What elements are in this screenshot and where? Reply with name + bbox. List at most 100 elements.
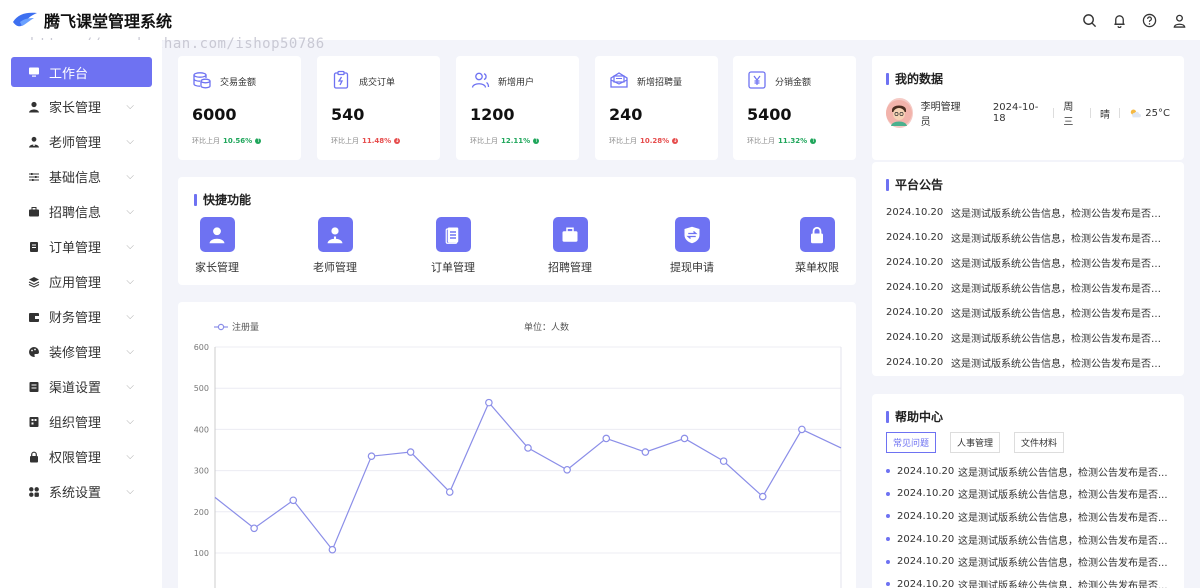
user-profile-icon[interactable] (1170, 11, 1188, 29)
sidebar: 工作台 家长管理 ⌵ 老师管理 ⌵ 基础信息 ⌵ 招聘信息 ⌵ 订单管理 ⌵ 应用管理 ⌵ 财务管理 ⌵ 装修… (0, 40, 162, 588)
help-item[interactable]: 2024.10.20 这是测试版系统公告信息，检测公告发布是否... (886, 550, 1170, 573)
stat-card-4[interactable]: 分销金额 5400 环比上月 11.32% ↑ (733, 56, 856, 160)
sidebar-item-label: 老师管理 (49, 136, 102, 151)
notice-item[interactable]: 2024.10.20 这是测试版系统公告信息，检测公告发布是否成... (886, 300, 1170, 325)
help-icon[interactable] (1140, 11, 1158, 29)
stat-card-3[interactable]: 新增招聘量 240 环比上月 10.28% ↓ (595, 56, 718, 160)
chevron-down-icon: ⌵ (126, 486, 134, 497)
teacher-icon (28, 136, 40, 148)
clipboard-icon (331, 70, 351, 93)
notice-item[interactable]: 2024.10.20 这是测试版系统公告信息，检测公告发布是否成... (886, 225, 1170, 250)
sidebar-item-12[interactable]: 系统设置 ⌵ (11, 474, 152, 509)
quick-item-label: 家长管理 (195, 261, 239, 274)
data-point (250, 524, 258, 533)
help-tab-0[interactable]: 常见问题 (886, 432, 937, 453)
stat-compare-label: 环比上月 (470, 137, 498, 145)
sliders-icon (28, 171, 40, 183)
stat-percent: 11.32% (778, 137, 808, 145)
data-point (289, 496, 298, 505)
wallet-icon (28, 311, 40, 323)
sidebar-item-2[interactable]: 老师管理 ⌵ (11, 124, 152, 159)
sidebar-item-1[interactable]: 家长管理 ⌵ (11, 89, 152, 124)
stat-card-1[interactable]: 成交订单 540 环比上月 11.48% ↓ (317, 56, 440, 160)
chevron-down-icon: ⌵ (126, 206, 134, 217)
help-item[interactable]: 2024.10.20 这是测试版系统公告信息，检测公告发布是否... (886, 505, 1170, 528)
help-item[interactable]: 2024.10.20 这是测试版系统公告信息，检测公告发布是否... (886, 573, 1170, 588)
quick-item-2[interactable]: 订单管理 (418, 217, 488, 275)
trend-down-icon: ↓ (672, 137, 679, 144)
notice-date: 2024.10.20 (886, 332, 944, 343)
notice-item[interactable]: 2024.10.20 这是测试版系统公告信息，检测公告发布是否成... (886, 200, 1170, 225)
quick-item-3[interactable]: 招聘管理 (535, 217, 605, 275)
quick-item-0[interactable]: 家长管理 (182, 217, 252, 275)
chevron-down-icon: ⌵ (126, 346, 134, 357)
app-title: 腾飞课堂管理系统 (44, 12, 173, 31)
sidebar-item-3[interactable]: 基础信息 ⌵ (11, 159, 152, 194)
sidebar-item-0[interactable]: 工作台 (11, 57, 152, 87)
sidebar-item-label: 订单管理 (49, 241, 102, 256)
help-date: 2024.10.20 (897, 533, 955, 545)
quick-item-label: 提现申请 (670, 261, 714, 274)
sidebar-item-9[interactable]: 渠道设置 ⌵ (11, 369, 152, 404)
y-tick-label: 200 (194, 508, 209, 517)
notice-item[interactable]: 2024.10.20 这是测试版系统公告信息，检测公告发布是否成... (886, 350, 1170, 375)
help-date: 2024.10.20 (897, 465, 955, 477)
help-tab-2[interactable]: 文件材料 (1014, 432, 1065, 453)
data-point (485, 398, 493, 407)
quick-item-5[interactable]: 菜单权限 (782, 217, 852, 275)
help-item[interactable]: 2024.10.20 这是测试版系统公告信息，检测公告发布是否... (886, 460, 1170, 483)
search-icon[interactable] (1080, 11, 1098, 29)
notice-text: 这是测试版系统公告信息，检测公告发布是否成... (951, 309, 1169, 320)
data-point (563, 465, 571, 474)
stat-card-0[interactable]: 交易金额 6000 环比上月 10.56% ↑ (178, 56, 301, 160)
sidebar-item-6[interactable]: 应用管理 ⌵ (11, 264, 152, 299)
notice-item[interactable]: 2024.10.20 这是测试版系统公告信息，检测公告发布是否成... (886, 325, 1170, 350)
sidebar-item-10[interactable]: 组织管理 ⌵ (11, 404, 152, 439)
help-item[interactable]: 2024.10.20 这是测试版系统公告信息，检测公告发布是否... (886, 483, 1170, 506)
bell-icon[interactable] (1110, 11, 1128, 29)
notice-item[interactable]: 2024.10.20 这是测试版系统公告信息，检测公告发布是否成... (886, 250, 1170, 275)
data-point (445, 488, 454, 496)
help-date: 2024.10.20 (897, 510, 955, 522)
notice-text: 这是测试版系统公告信息，检测公告发布是否成... (951, 234, 1169, 245)
notice-date: 2024.10.20 (886, 357, 944, 368)
quick-item-4[interactable]: 提现申请 (657, 217, 727, 275)
stat-value: 540 (331, 105, 365, 124)
partly-cloudy-icon (1130, 109, 1141, 118)
stat-percent: 11.48% (362, 137, 392, 145)
stat-label: 成交订单 (359, 78, 396, 88)
user-icon (199, 217, 235, 252)
sidebar-item-4[interactable]: 招聘信息 ⌵ (11, 194, 152, 229)
help-text: 这是测试版系统公告信息，检测公告发布是否... (958, 490, 1168, 502)
help-text: 这是测试版系统公告信息，检测公告发布是否... (958, 580, 1168, 588)
sidebar-item-11[interactable]: 权限管理 ⌵ (11, 439, 152, 474)
current-date: 2024-10-18 (992, 102, 1039, 124)
notice-item[interactable]: 2024.10.20 这是测试版系统公告信息，检测公告发布是否成... (886, 275, 1170, 300)
app-logo[interactable]: 腾飞课堂管理系统 (12, 8, 172, 32)
bullet-dot (886, 582, 890, 587)
chevron-down-icon: ⌵ (126, 381, 134, 392)
trend-down-icon: ↓ (394, 137, 401, 144)
data-point (641, 448, 650, 456)
help-text: 这是测试版系统公告信息，检测公告发布是否... (958, 467, 1168, 479)
notice-text: 这是测试版系统公告信息，检测公告发布是否成... (951, 259, 1169, 270)
quick-item-1[interactable]: 老师管理 (300, 217, 370, 275)
coins-icon (192, 70, 212, 93)
trend-up-icon: ↑ (533, 137, 540, 144)
help-item[interactable]: 2024.10.20 这是测试版系统公告信息，检测公告发布是否... (886, 528, 1170, 551)
help-date: 2024.10.20 (897, 578, 955, 588)
stat-card-2[interactable]: 新增用户 1200 环比上月 12.11% ↑ (456, 56, 579, 160)
stat-percent: 10.56% (223, 137, 253, 145)
line-chart: 100 200 300 400 500 600 (194, 343, 842, 588)
help-tab-1[interactable]: 人事管理 (950, 432, 1001, 453)
sidebar-item-5[interactable]: 订单管理 ⌵ (11, 229, 152, 264)
stat-label: 新增用户 (498, 78, 535, 88)
palette-icon (28, 346, 40, 358)
sidebar-item-8[interactable]: 装修管理 ⌵ (11, 334, 152, 369)
weekday: 周三 (1063, 102, 1074, 128)
chevron-down-icon: ⌵ (126, 451, 134, 462)
sidebar-item-7[interactable]: 财务管理 ⌵ (11, 299, 152, 334)
avatar[interactable] (886, 98, 913, 128)
stat-value: 6000 (192, 105, 237, 124)
teacher-icon (317, 217, 353, 252)
